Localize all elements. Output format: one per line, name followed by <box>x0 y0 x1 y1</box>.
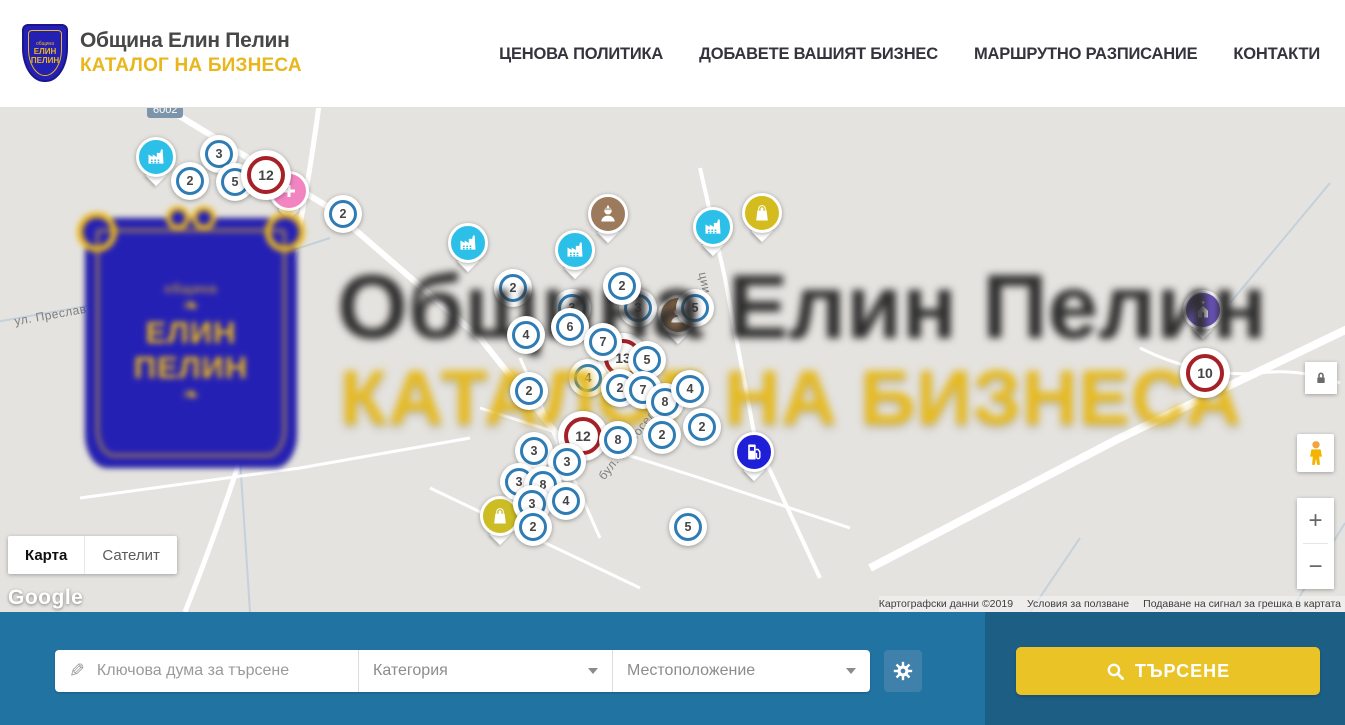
cluster-count: 5 <box>681 294 709 322</box>
pegman-control[interactable] <box>1297 434 1334 472</box>
cluster-marker[interactable]: 2 <box>514 508 552 546</box>
cluster-count: 2 <box>499 274 527 302</box>
site-logo[interactable]: община ЕЛИН ПЕЛИН Община Елин Пелин КАТА… <box>22 24 302 82</box>
cluster-count: 4 <box>512 321 540 349</box>
cluster-marker[interactable]: 2 <box>510 372 548 410</box>
pin-marker-worker[interactable] <box>588 194 628 234</box>
cluster-marker[interactable]: 2 <box>171 162 209 200</box>
worker-icon <box>588 194 628 234</box>
report-error-link[interactable]: Подаване на сигнал за грешка в картата <box>1143 598 1341 610</box>
terms-link[interactable]: Условия за ползване <box>1027 598 1129 610</box>
map-copyright: Картографски данни ©2019 <box>879 598 1013 610</box>
location-select[interactable]: Местоположение <box>612 650 870 692</box>
search-fields: ✎ Категория Местоположение <box>55 650 870 692</box>
pin-marker-bag[interactable] <box>742 193 782 233</box>
keyword-input[interactable] <box>97 662 344 680</box>
cluster-marker[interactable]: 12 <box>241 150 291 200</box>
google-logo[interactable]: Google <box>8 586 83 610</box>
map-attribution: Картографски данни ©2019 Условия за полз… <box>879 596 1345 612</box>
fuel-icon <box>734 432 774 472</box>
cluster-count: 2 <box>688 413 716 441</box>
cluster-marker[interactable]: 10 <box>1180 348 1230 398</box>
cluster-count: 4 <box>676 375 704 403</box>
lock-icon <box>1313 370 1329 386</box>
nav-item-1[interactable]: ДОБАВЕТЕ ВАШИЯТ БИЗНЕС <box>699 45 938 64</box>
map-type-satellite-button[interactable]: Сателит <box>84 536 177 574</box>
cluster-count: 2 <box>648 421 676 449</box>
pin-marker-factory[interactable] <box>448 223 488 263</box>
main-nav: ЦЕНОВА ПОЛИТИКА ДОБАВЕТЕ ВАШИЯТ БИЗНЕС МАР… <box>499 0 1320 108</box>
google-map[interactable]: община ❧ ЕЛИН ПЕЛИН ❧ Община Елин Пелин … <box>0 108 1345 612</box>
category-select[interactable]: Категория <box>358 650 612 692</box>
cluster-count: 5 <box>633 346 661 374</box>
zoom-in-button[interactable]: + <box>1297 498 1334 543</box>
factory-icon <box>555 230 595 270</box>
cluster-count: 4 <box>574 364 602 392</box>
cluster-count: 7 <box>589 328 617 356</box>
cluster-count: 2 <box>515 377 543 405</box>
cluster-marker[interactable]: 4 <box>507 316 545 354</box>
map-type-map-button[interactable]: Карта <box>8 536 84 574</box>
site-subtitle: КАТАЛОГ НА БИЗНЕСА <box>80 55 302 77</box>
factory-icon <box>448 223 488 263</box>
search-icon <box>1106 662 1125 681</box>
pin-marker-fuel[interactable] <box>734 432 774 472</box>
factory-icon <box>693 207 733 247</box>
bag-icon <box>742 193 782 233</box>
cluster-count: 2 <box>608 272 636 300</box>
cluster-marker[interactable]: 8 <box>599 421 637 459</box>
church-icon <box>1183 290 1223 330</box>
streetview-lock-button[interactable] <box>1305 362 1337 394</box>
pegman-icon <box>1305 440 1327 466</box>
search-button[interactable]: ТЪРСЕНЕ <box>1016 647 1320 695</box>
search-panel: ✎ Категория Местоположение <box>0 612 1345 725</box>
pin-marker-factory[interactable] <box>136 137 176 177</box>
municipality-crest-icon: община ЕЛИН ПЕЛИН <box>22 24 68 82</box>
pin-marker-church[interactable] <box>1183 290 1223 330</box>
cluster-count: 3 <box>520 437 548 465</box>
cluster-marker[interactable]: 5 <box>669 508 707 546</box>
cluster-count: 8 <box>604 426 632 454</box>
nav-item-0[interactable]: ЦЕНОВА ПОЛИТИКА <box>499 45 663 64</box>
zoom-out-button[interactable]: − <box>1297 544 1334 589</box>
cluster-marker[interactable]: 5 <box>676 289 714 327</box>
cluster-marker[interactable]: 4 <box>547 482 585 520</box>
cluster-marker[interactable]: 2 <box>643 416 681 454</box>
chevron-down-icon <box>588 668 598 674</box>
cluster-marker[interactable]: 7 <box>584 323 622 361</box>
pin-marker-factory[interactable] <box>693 207 733 247</box>
cluster-marker[interactable]: 4 <box>671 370 709 408</box>
site-header: община ЕЛИН ПЕЛИН Община Елин Пелин КАТА… <box>0 0 1345 108</box>
zoom-control: + − <box>1297 498 1334 589</box>
chevron-down-icon <box>846 668 856 674</box>
cluster-count: 12 <box>247 156 285 194</box>
cluster-count: 2 <box>176 167 204 195</box>
factory-icon <box>136 137 176 177</box>
cluster-count: 2 <box>519 513 547 541</box>
pencil-icon: ✎ <box>69 662 85 681</box>
cluster-marker[interactable]: 2 <box>324 195 362 233</box>
cluster-count: 5 <box>674 513 702 541</box>
nav-item-2[interactable]: МАРШРУТНО РАЗПИСАНИЕ <box>974 45 1197 64</box>
cluster-count: 6 <box>556 313 584 341</box>
cluster-count: 10 <box>1186 354 1224 392</box>
cluster-marker[interactable]: 2 <box>683 408 721 446</box>
gear-icon <box>892 660 914 682</box>
map-type-control: Карта Сателит <box>8 536 177 574</box>
advanced-settings-button[interactable] <box>884 650 922 692</box>
road-number-label: 6002 <box>147 108 183 118</box>
keyword-field[interactable]: ✎ <box>55 650 358 692</box>
cluster-marker[interactable]: 2 <box>494 269 532 307</box>
cluster-count: 4 <box>552 487 580 515</box>
cluster-count: 2 <box>329 200 357 228</box>
cluster-marker[interactable]: 2 <box>603 267 641 305</box>
pin-marker-factory[interactable] <box>555 230 595 270</box>
nav-item-3[interactable]: КОНТАКТИ <box>1233 45 1320 64</box>
site-title: Община Елин Пелин <box>80 29 302 53</box>
